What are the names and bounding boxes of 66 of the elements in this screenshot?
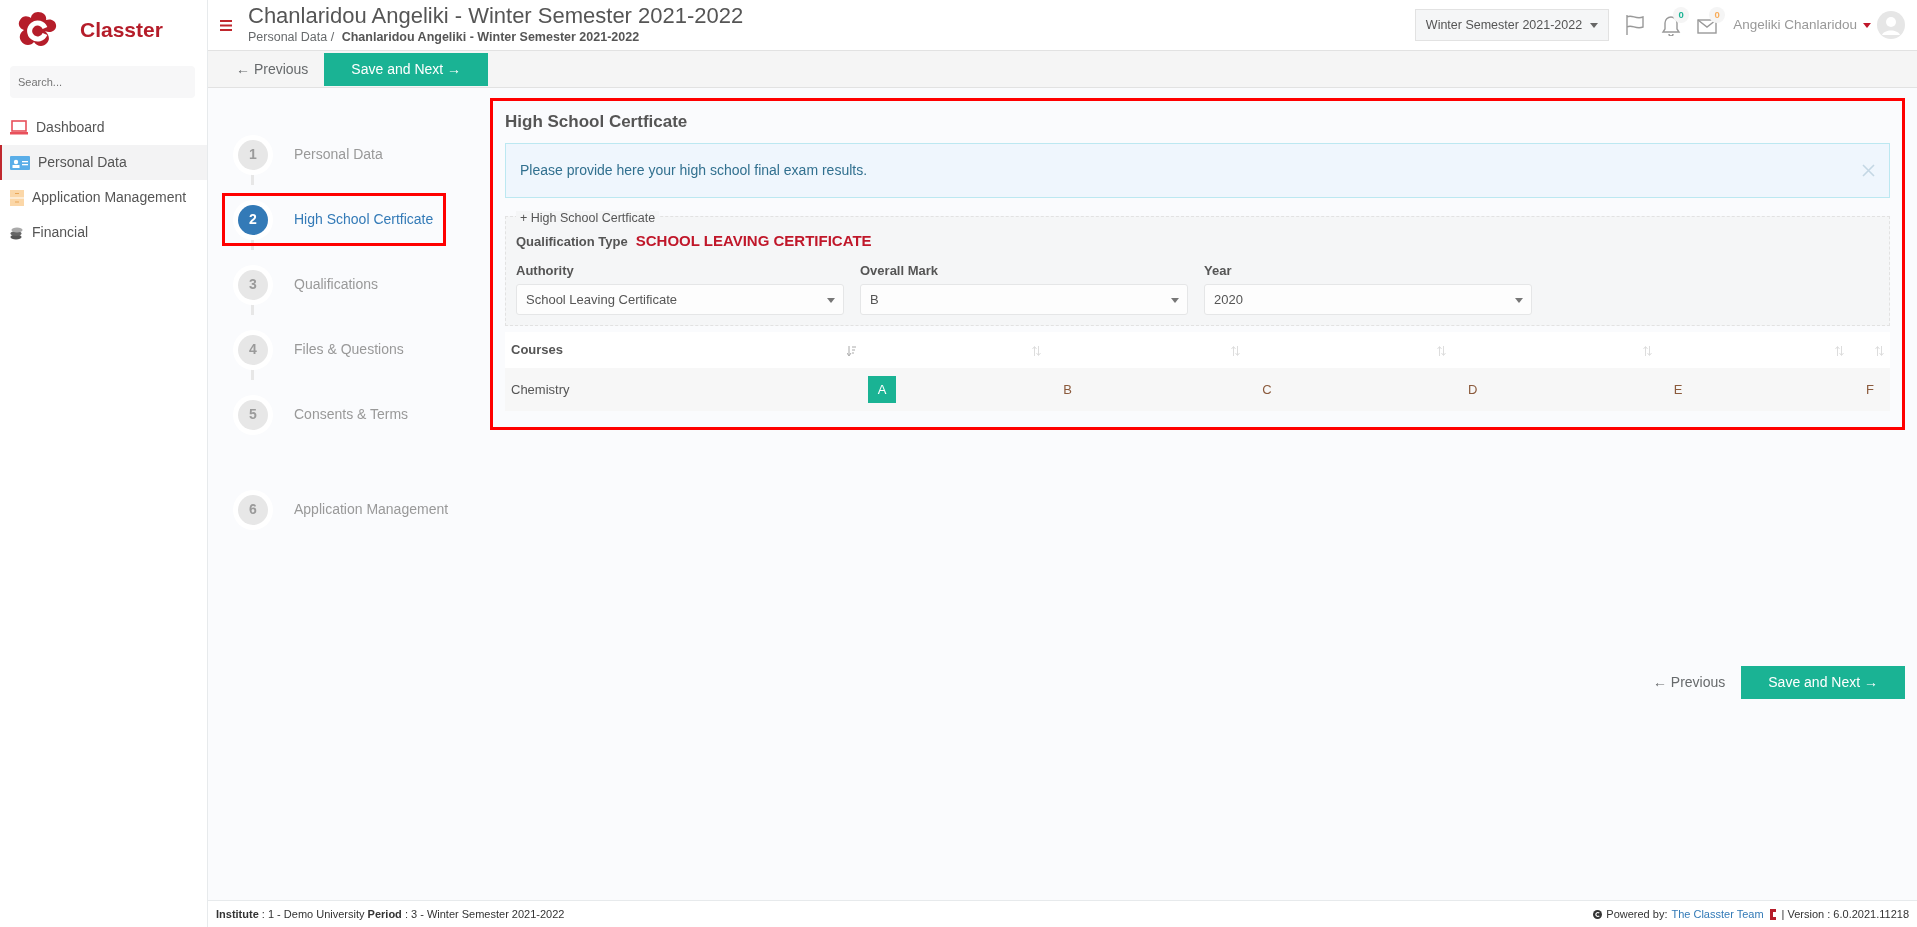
sort-active-icon[interactable] [846,345,856,356]
grade-option[interactable]: D [1458,375,1488,404]
previous-link[interactable]: ← Previous [1652,672,1726,693]
caret-icon[interactable] [827,298,835,304]
grade-option[interactable]: B [1053,375,1082,404]
sort-icon[interactable] [1642,345,1652,356]
brand-name: Classter [80,17,163,44]
grade-option[interactable]: C [1252,375,1282,404]
qualification-value: SCHOOL LEAVING CERTIFICATE [635,231,872,252]
caret-icon [1590,22,1599,28]
select-field[interactable]: B [860,284,1188,316]
sidebar-item[interactable]: Financial [0,215,207,250]
breadcrumb-link[interactable]: Personal Data [248,29,328,44]
page-title: Chanlaridou Angeliki - Winter Semester 2021-2022 [248,3,744,28]
bell-icon[interactable] [1661,14,1682,36]
breadcrumb-current: Chanlaridou Angeliki - Winter Semester 2021-2022 [341,29,640,44]
powered-by-text: Powered by: [1606,906,1668,922]
menu-icon[interactable] [220,19,232,31]
search-field[interactable]: Search... [10,66,195,98]
select-field[interactable]: 2020 [1204,284,1532,316]
coins-icon [10,225,24,240]
sort-icon[interactable] [1231,345,1241,356]
caret-icon[interactable] [1515,298,1523,304]
previous-link[interactable]: ← Previous [236,58,309,80]
logo-icon [1767,908,1778,920]
select-field[interactable]: School Leaving Certificate [516,284,844,316]
column-header[interactable]: Courses [511,342,564,358]
field-label: Overall Mark [860,261,940,280]
version-text: | Version : 6.0.2021.11218 [1781,906,1909,922]
caret-icon[interactable] [1863,22,1871,28]
step-label[interactable]: Application Management [294,499,449,520]
copyright-icon [1593,909,1603,919]
alert-text: Please provide here your high school final exam results. [520,160,868,180]
sort-icon[interactable] [1835,345,1844,356]
section-title: High School Certficate [505,111,689,133]
fieldset-legend[interactable]: + High School Certficate [516,210,660,225]
field-label: Year [1204,261,1233,280]
step-label[interactable]: Personal Data [294,144,383,165]
sort-icon[interactable] [1032,345,1042,356]
avatar-icon[interactable] [1877,11,1905,39]
team-link[interactable]: The Classter Team [1671,905,1764,923]
sort-icon[interactable] [1437,345,1446,356]
field-label: Authority [516,261,575,280]
sort-icon[interactable] [1875,345,1884,356]
grade-option[interactable]: E [1663,375,1693,404]
step-label[interactable]: Files & Questions [294,339,404,360]
caret-icon[interactable] [1171,298,1179,304]
laptop-icon [10,119,28,136]
id-card-icon [10,155,30,170]
breadcrumb-separator: / [330,29,335,44]
field-label: Qualification Type [516,232,628,251]
sidebar-item[interactable]: Application Management [0,180,207,215]
sidebar-item[interactable]: Personal Data [0,145,207,180]
step-label[interactable]: Qualifications [294,274,379,295]
close-icon[interactable] [1862,163,1875,177]
sidebar-item[interactable]: Dashboard [0,110,207,145]
user-name[interactable]: Angeliki Chanlaridou [1733,14,1857,36]
drawer-icon [10,189,24,206]
course-name: Chemistry [511,381,570,397]
flag-icon[interactable] [1625,14,1646,36]
step-label[interactable]: High School Certficate [294,209,434,230]
count-badge: 0 [1709,7,1726,24]
period-dropdown[interactable]: Winter Semester 2021-2022 [1414,8,1610,42]
count-badge: 0 [1673,7,1690,24]
step-label[interactable]: Consents & Terms [294,404,409,425]
footer-info: Institute : 1 - Demo University Period : 3 - Winter Semester 2021-2022 [216,906,565,922]
